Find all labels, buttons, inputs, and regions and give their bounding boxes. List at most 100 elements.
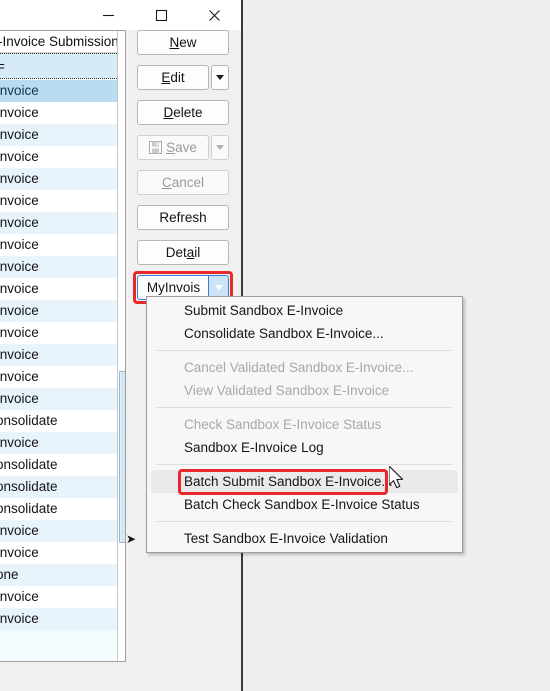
delete-button[interactable]: Delete (137, 100, 229, 125)
table-row-label: Invoice (0, 149, 39, 164)
new-button-rest: ew (179, 35, 197, 50)
menu-item-label: Test Sandbox E-Invoice Validation (184, 531, 388, 546)
edit-button-rest: dit (170, 70, 185, 85)
table-row[interactable]: Invoice (0, 366, 125, 388)
table-row[interactable]: Invoice (0, 322, 125, 344)
table-row[interactable]: onsolidate (0, 498, 125, 520)
table-row-label: Invoice (0, 281, 39, 296)
refresh-button-row: Refresh (137, 205, 237, 239)
save-button-label: Save (166, 140, 197, 155)
edit-dropdown-button[interactable] (211, 65, 229, 90)
splitter-expand-arrow-icon[interactable]: ➤ (126, 533, 136, 545)
grid-scrollbar-thumb[interactable] (119, 371, 125, 543)
table-row[interactable]: onsolidate (0, 454, 125, 476)
detail-button[interactable]: Detail (137, 240, 229, 265)
grid-filter-value: = (0, 59, 5, 74)
table-row[interactable]: Invoice (0, 124, 125, 146)
close-icon[interactable] (191, 0, 237, 30)
table-row[interactable]: onsolidate (0, 410, 125, 432)
menu-item: Cancel Validated Sandbox E-Invoice... (147, 356, 462, 379)
invoice-list-grid[interactable]: -Invoice Submission = InvoiceInvoiceInvo… (0, 30, 126, 662)
grid-filter-row[interactable]: = (0, 53, 125, 79)
table-row-label: onsolidate (0, 501, 58, 516)
table-row[interactable]: Invoice (0, 212, 125, 234)
table-row[interactable]: Invoice (0, 542, 125, 564)
window-titlebar (0, 0, 241, 30)
save-dropdown-button[interactable] (211, 135, 229, 160)
table-row-label: Invoice (0, 193, 39, 208)
table-row[interactable]: Invoice (0, 146, 125, 168)
menu-item[interactable]: Batch Submit Sandbox E-Invoice... (151, 470, 458, 493)
menu-item[interactable]: Test Sandbox E-Invoice Validation (147, 527, 462, 550)
table-row-label: Invoice (0, 545, 39, 560)
minimize-icon[interactable] (85, 0, 131, 30)
menu-item[interactable]: Batch Check Sandbox E-Invoice Status (147, 493, 462, 516)
table-row-label: Invoice (0, 325, 39, 340)
table-row[interactable]: Invoice (0, 256, 125, 278)
menu-item[interactable]: Submit Sandbox E-Invoice (147, 299, 462, 322)
refresh-button[interactable]: Refresh (137, 205, 229, 230)
delete-button-label: Delete (163, 105, 202, 120)
table-row-label: Invoice (0, 237, 39, 252)
menu-item-label: Check Sandbox E-Invoice Status (184, 417, 382, 432)
menu-item[interactable]: Sandbox E-Invoice Log (147, 436, 462, 459)
table-row[interactable]: Invoice (0, 344, 125, 366)
detail-button-row: Detail (137, 240, 237, 274)
cancel-button-rest: ancel (171, 175, 205, 190)
menu-separator (157, 521, 452, 522)
chevron-down-icon (216, 145, 224, 150)
menu-item-label: Sandbox E-Invoice Log (184, 440, 324, 455)
detail-button-pre: Det (165, 245, 187, 260)
menu-item: Check Sandbox E-Invoice Status (147, 413, 462, 436)
table-row-label: Invoice (0, 347, 39, 362)
menu-item-label: View Validated Sandbox E-Invoice (184, 383, 390, 398)
menu-item-label: Batch Submit Sandbox E-Invoice... (184, 474, 393, 489)
cancel-button[interactable]: Cancel (137, 170, 229, 195)
detail-button-rest: il (194, 245, 201, 260)
table-row[interactable]: one (0, 564, 125, 586)
table-row-label: onsolidate (0, 413, 58, 428)
table-row[interactable]: Invoice (0, 190, 125, 212)
save-button[interactable]: Save (137, 135, 209, 160)
table-row[interactable]: onsolidate (0, 476, 125, 498)
grid-empty-filler (0, 630, 125, 661)
table-row[interactable]: Invoice (0, 102, 125, 124)
menu-separator (157, 464, 452, 465)
table-row[interactable]: Invoice (0, 80, 125, 102)
table-row[interactable]: Invoice (0, 432, 125, 454)
new-button-label: New (169, 35, 196, 50)
maximize-icon[interactable] (138, 0, 184, 30)
screenshot-root: ➤ -Invoice Submission = InvoiceInvoiceIn… (0, 0, 550, 691)
grid-column-header-label: -Invoice Submission (0, 34, 119, 49)
new-button-row: New (137, 30, 237, 64)
new-button[interactable]: New (137, 30, 229, 55)
table-row[interactable]: Invoice (0, 520, 125, 542)
menu-item-label: Consolidate Sandbox E-Invoice... (184, 326, 384, 341)
menu-item[interactable]: Consolidate Sandbox E-Invoice... (147, 322, 462, 345)
save-button-mnemonic: S (166, 140, 176, 155)
save-button-rest: ave (175, 140, 197, 155)
grid-row-container: Invoice Invoice Invoice Invoice Invoice Invoi… (0, 80, 125, 661)
table-row[interactable]: Invoice (0, 388, 125, 410)
cancel-button-mnemonic: C (161, 175, 172, 190)
table-row[interactable]: Invoice (0, 168, 125, 190)
table-row-label: Invoice (0, 83, 39, 98)
grid-vertical-scrollbar[interactable] (117, 31, 125, 661)
table-row[interactable]: Invoice (0, 608, 125, 630)
table-row[interactable]: Invoice (0, 234, 125, 256)
new-button-mnemonic: N (169, 35, 180, 50)
grid-column-header[interactable]: -Invoice Submission (0, 31, 125, 53)
edit-button[interactable]: Edit (137, 65, 209, 90)
table-row-label: Invoice (0, 105, 39, 120)
delete-button-mnemonic: D (163, 105, 174, 120)
table-row[interactable]: Invoice (0, 278, 125, 300)
myinvois-button-label: MyInvois (146, 280, 201, 295)
table-row-label: Invoice (0, 259, 39, 274)
cancel-button-row: Cancel (137, 170, 237, 204)
panel-splitter[interactable] (128, 30, 136, 662)
refresh-button-label: Refresh (159, 210, 207, 225)
table-row[interactable]: Invoice (0, 300, 125, 322)
table-row-label: Invoice (0, 303, 39, 318)
table-row[interactable]: Invoice (0, 586, 125, 608)
myinvois-dropdown-menu[interactable]: Submit Sandbox E-Invoice Consolidate Sand… (146, 296, 463, 553)
